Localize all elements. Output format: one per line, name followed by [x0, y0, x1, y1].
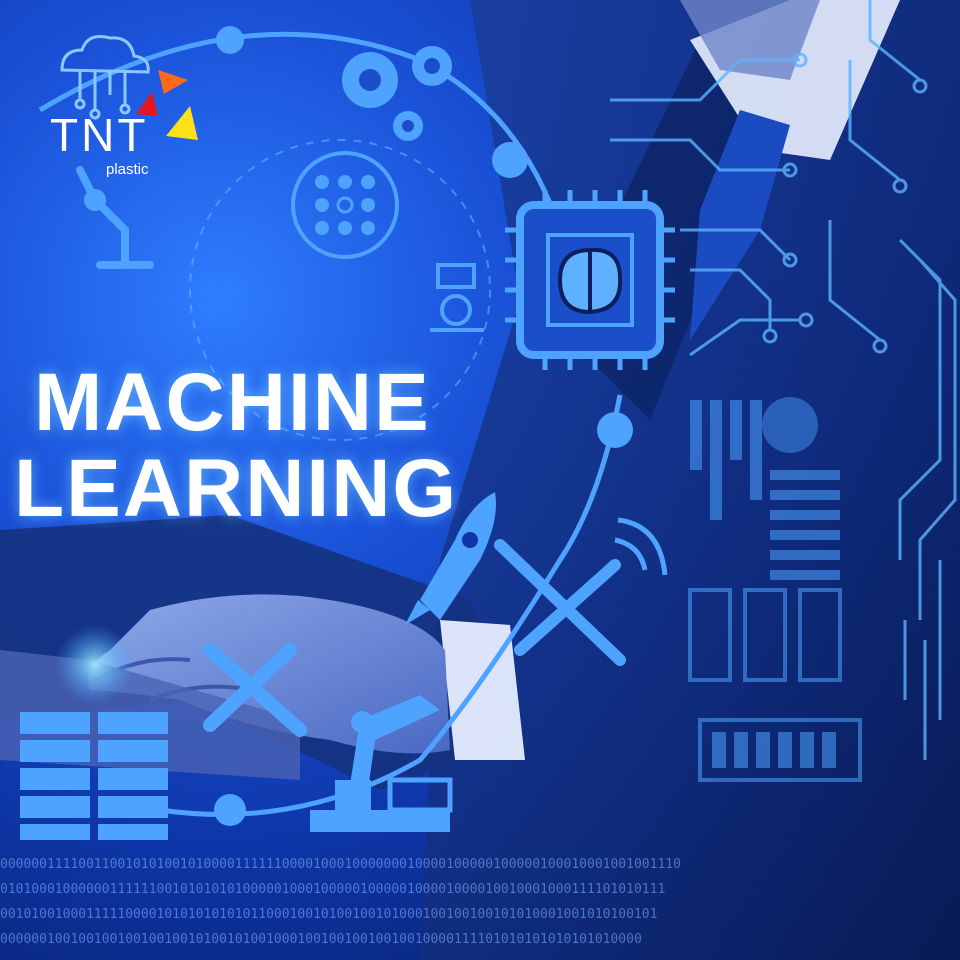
headline: MACHINE LEARNING	[14, 357, 459, 534]
scene: TNT plastic MACHINE LEARNING 00000011110…	[0, 0, 960, 960]
binary-row: 0000001111001100101010010100001111110000…	[0, 858, 681, 871]
robot-icon	[430, 263, 484, 332]
logo-brand-text: TNT	[50, 109, 149, 161]
brand-logo: TNT plastic	[48, 56, 218, 186]
logo-sub-text: plastic	[106, 161, 149, 178]
binary-row: 0010100100011111000010101010101011000100…	[0, 908, 658, 921]
binary-row: 0101000100000011111100101010101000001000…	[0, 883, 666, 896]
brain-chip-icon	[505, 190, 675, 370]
headline-line-2: LEARNING	[14, 443, 459, 534]
binary-row: 0000001001001001001001001010010100100010…	[0, 933, 642, 946]
headline-line-1: MACHINE	[34, 357, 431, 448]
gears-icon	[342, 46, 452, 141]
flowchart-icon	[291, 151, 399, 259]
